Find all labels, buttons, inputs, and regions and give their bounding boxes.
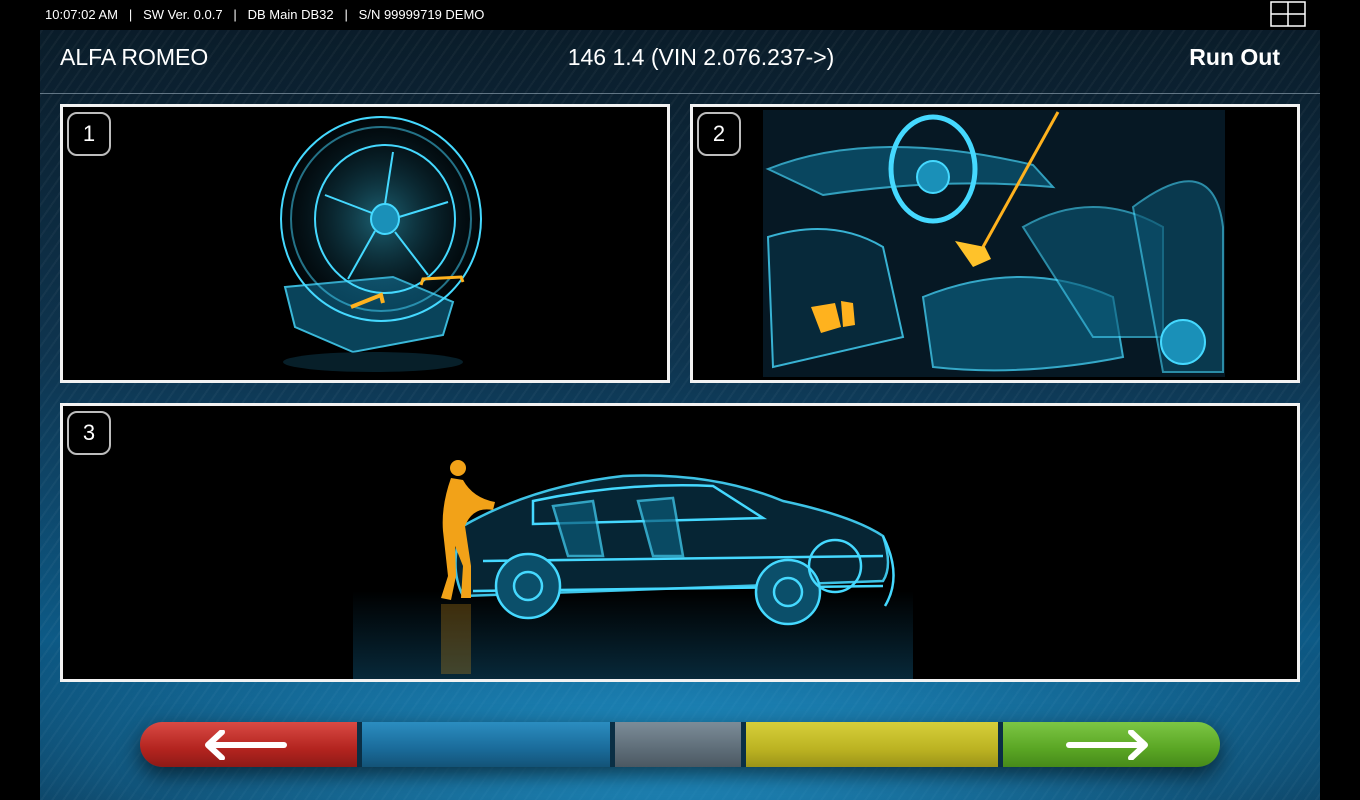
header-divider <box>40 93 1320 94</box>
push-vehicle-illustration <box>353 460 913 679</box>
status-time: 10:07:02 AM <box>45 7 118 22</box>
function-button-blue[interactable] <box>357 722 610 767</box>
step-panel-2: 2 <box>690 104 1300 383</box>
function-button-yellow[interactable] <box>741 722 998 767</box>
step-panel-3: 3 <box>60 403 1300 682</box>
next-button[interactable] <box>998 722 1220 767</box>
procedure-title: Run Out <box>1189 44 1280 70</box>
step-number-badge: 3 <box>67 411 111 455</box>
wheel-illustration <box>280 116 482 372</box>
status-database: DB Main DB32 <box>247 7 334 22</box>
step-number-badge: 1 <box>67 112 111 156</box>
navigation-bar <box>140 722 1220 767</box>
status-bar: 10:07:02 AM | SW Ver. 0.0.7 | DB Main DB… <box>40 0 1320 30</box>
app-screen: 10:07:02 AM | SW Ver. 0.0.7 | DB Main DB… <box>40 0 1320 800</box>
vehicle-header: ALFA ROMEO 146 1.4 (VIN 2.076.237->) Run… <box>40 30 1320 93</box>
status-serial: S/N 99999719 DEMO <box>358 7 485 22</box>
status-text: 10:07:02 AM | SW Ver. 0.0.7 | DB Main DB… <box>45 7 485 22</box>
arrow-left-icon <box>205 730 287 760</box>
step-number-badge: 2 <box>697 112 741 156</box>
vehicle-model: 146 1.4 (VIN 2.076.237->) <box>567 44 835 70</box>
function-button-gray[interactable] <box>610 722 741 767</box>
interior-illustration <box>763 110 1225 377</box>
back-button[interactable] <box>140 722 357 767</box>
status-sw-version: SW Ver. 0.0.7 <box>143 7 223 22</box>
arrow-right-icon <box>1066 730 1148 760</box>
grid-layout-icon[interactable] <box>1270 1 1306 27</box>
step-panel-1: 1 <box>60 104 670 383</box>
